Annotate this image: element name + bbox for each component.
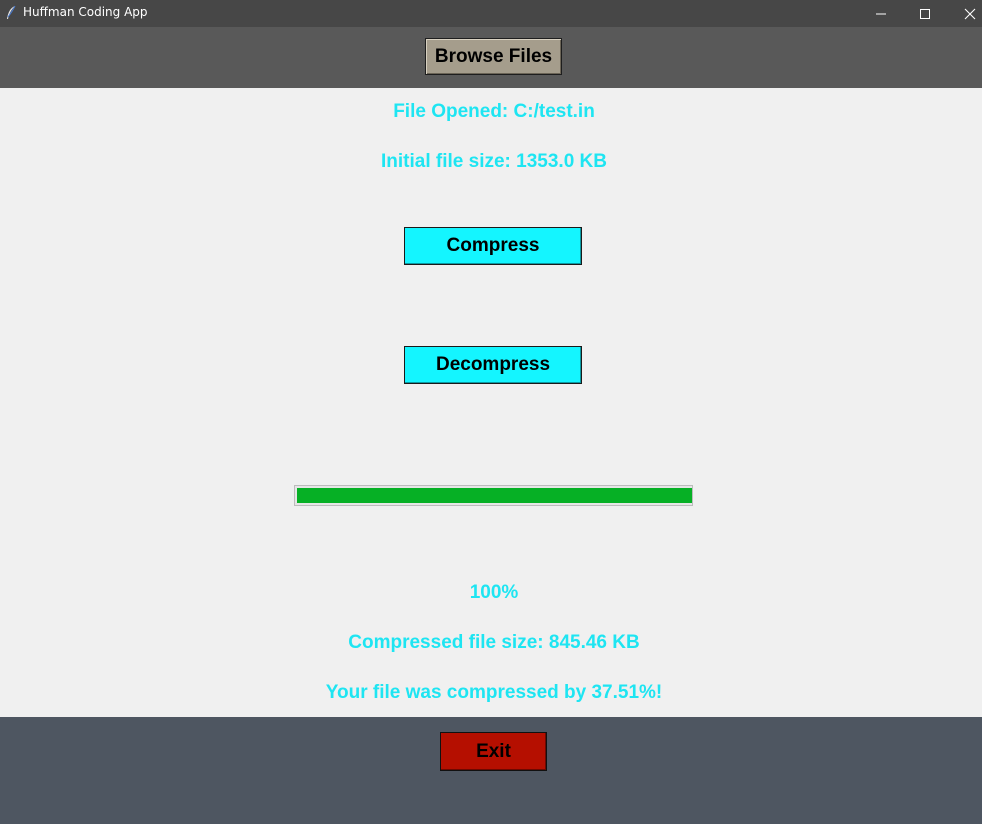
browse-files-button[interactable]: Browse Files	[425, 38, 562, 75]
compress-button[interactable]: Compress	[404, 227, 582, 265]
close-icon	[964, 8, 976, 19]
window-title: Huffman Coding App	[23, 5, 148, 19]
initial-size-label: Initial file size: 1353.0 KB	[381, 151, 607, 172]
progress-percent-label: 100%	[469, 582, 519, 603]
decompress-button[interactable]: Decompress	[404, 346, 582, 384]
file-opened-label: File Opened: C:/test.in	[393, 101, 595, 122]
title-bar: Huffman Coding App	[0, 0, 982, 27]
feather-icon	[7, 5, 16, 19]
minimize-button[interactable]	[858, 0, 904, 27]
close-button[interactable]	[947, 0, 982, 27]
exit-button[interactable]: Exit	[440, 732, 547, 771]
compressed-size-label: Compressed file size: 845.46 KB	[348, 632, 640, 653]
compression-result-message: Your file was compressed by 37.51%!	[325, 682, 663, 703]
maximize-icon	[920, 8, 930, 19]
progress-bar	[294, 485, 693, 506]
progress-bar-fill	[297, 488, 692, 503]
minimize-icon	[876, 13, 886, 14]
maximize-button[interactable]	[902, 0, 948, 27]
